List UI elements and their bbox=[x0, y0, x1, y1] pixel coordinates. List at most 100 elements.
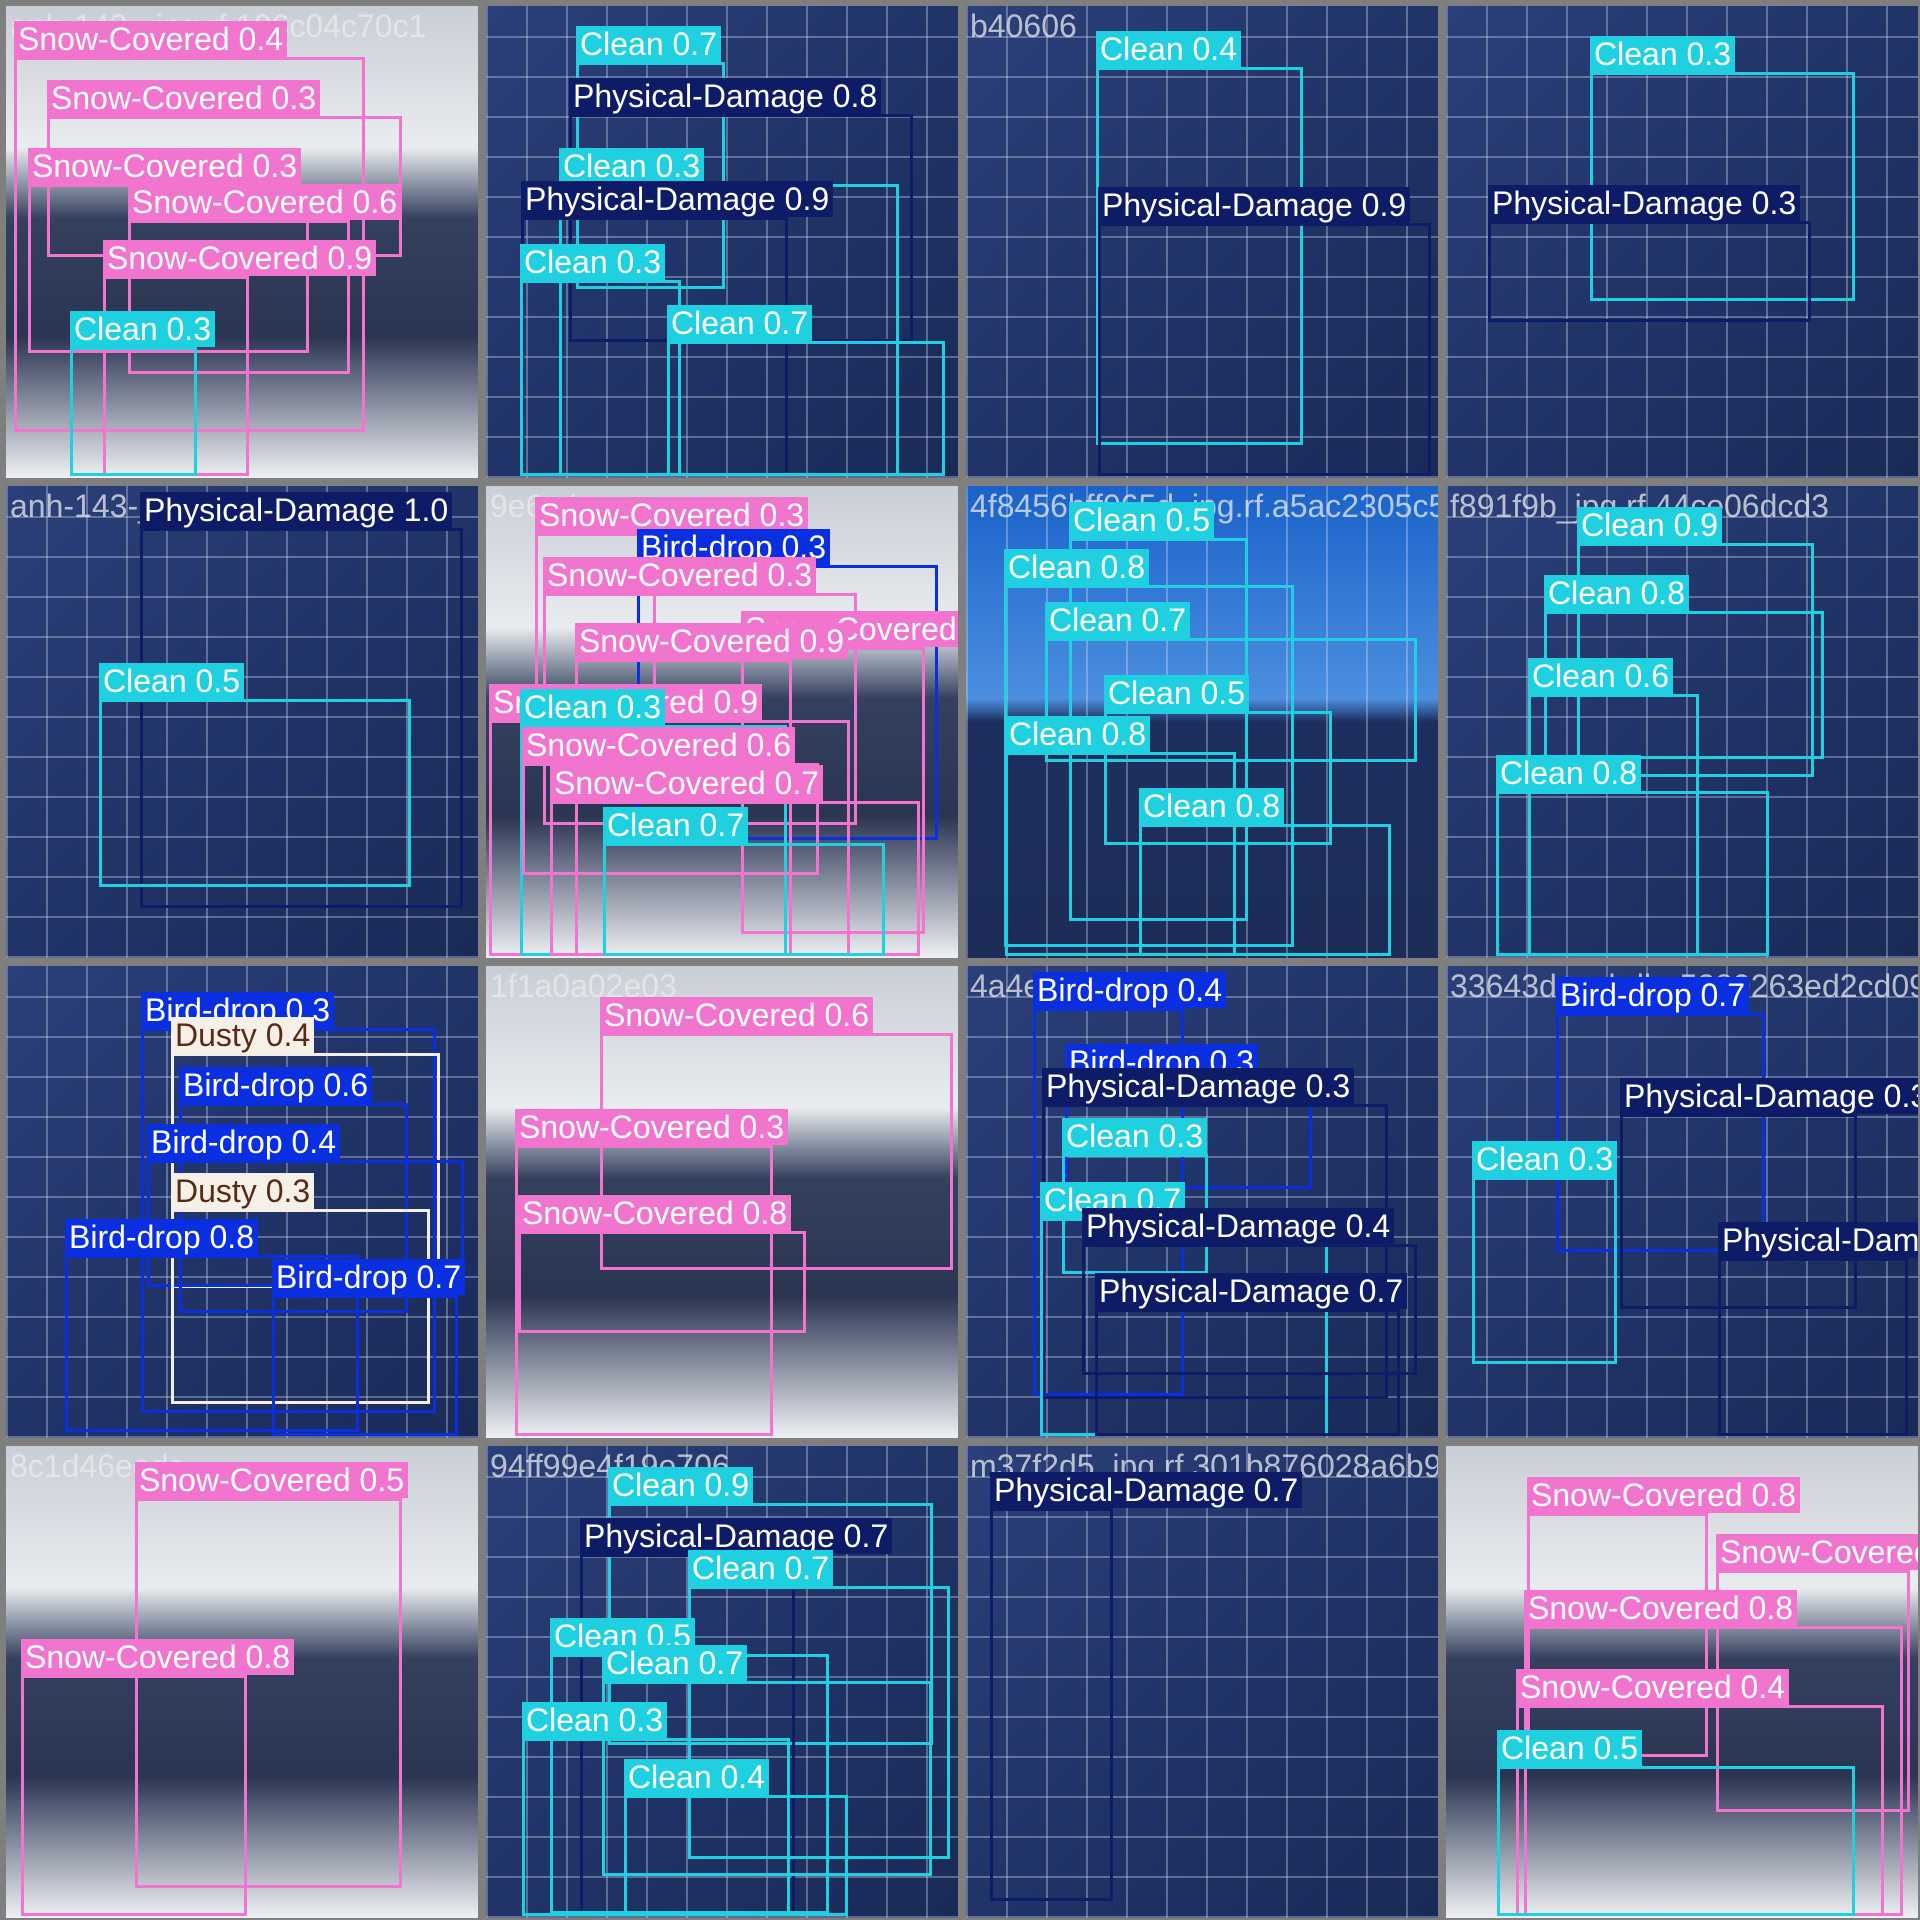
image-tile: Bird-drop 0.3 Dusty 0.4 Bird-drop 0.6 Bird-… bbox=[6, 966, 478, 1438]
detection-label: Clean 0.7 bbox=[1045, 602, 1190, 638]
bounding-box bbox=[1098, 223, 1431, 476]
detection-label: Physical-Damage 0.9 bbox=[1098, 187, 1411, 223]
detection-label: Snow-Covered 0.7 bbox=[550, 765, 824, 801]
detection-label: Physical-Damage 0.3 bbox=[1488, 185, 1801, 221]
detection-label: Bird-drop 0.4 bbox=[147, 1124, 340, 1160]
bounding-box bbox=[99, 699, 411, 887]
detection-label: Clean 0.9 bbox=[608, 1467, 753, 1503]
detection-label: Bird-drop 0.8 bbox=[65, 1219, 258, 1255]
detection-label: Clean 0.3 bbox=[559, 148, 704, 184]
detection-label: Snow-Covered 0.8 bbox=[1716, 1534, 1918, 1570]
bounding-box bbox=[1496, 791, 1769, 956]
detection-label: Clean 0.3 bbox=[70, 311, 215, 347]
detection-label: Physical-Damage 0.8 bbox=[569, 78, 882, 114]
image-tile: Clean 0.7 Physical-Damage 0.8 Clean 0.3 Phy… bbox=[486, 6, 958, 478]
bounding-box bbox=[21, 1675, 247, 1916]
bounding-box bbox=[1472, 1177, 1617, 1364]
detection-label: Clean 0.8 bbox=[1139, 788, 1284, 824]
bounding-box bbox=[70, 347, 197, 476]
detection-label: Dusty 0.3 bbox=[171, 1173, 315, 1209]
bounding-box bbox=[603, 843, 885, 956]
detection-label: Dusty 0.4 bbox=[171, 1017, 315, 1053]
image-tile: 33643dceabdba5389263ed2cd091Bird-drop 0.… bbox=[1446, 966, 1918, 1438]
detection-label: Clean 0.3 bbox=[1590, 36, 1735, 72]
detection-label: Snow-Covered 0.8 bbox=[1527, 1477, 1801, 1513]
detection-label: Snow-Covered 0.8 bbox=[21, 1639, 295, 1675]
detection-label: Clean 0.4 bbox=[1096, 31, 1241, 67]
detection-label: Snow-Covered 0.8 bbox=[518, 1195, 792, 1231]
detection-label: Bird-drop 0.7 bbox=[272, 1259, 465, 1295]
detection-label: Clean 0.7 bbox=[576, 26, 721, 62]
detection-label: Snow-Covered 0.8 bbox=[1524, 1590, 1798, 1626]
detection-label: Bird-drop 0.4 bbox=[1033, 972, 1226, 1008]
image-tile: Clean 0.3 Physical-Damage 0.3 bbox=[1446, 6, 1918, 478]
bounding-box bbox=[1718, 1258, 1908, 1436]
detection-label: Snow-Covered 0.3 bbox=[28, 148, 302, 184]
bounding-box bbox=[1488, 221, 1811, 322]
detection-label: Physical-Damage 0.3 bbox=[1620, 1078, 1918, 1114]
detection-label: Snow-Covered 0.9 bbox=[575, 623, 849, 659]
detection-label: Clean 0.8 bbox=[1544, 575, 1689, 611]
detection-label: Clean 0.3 bbox=[520, 244, 665, 280]
image-tile: 94ff99e4f19e706 Clean 0.9 Physical-Damage … bbox=[486, 1446, 958, 1918]
detection-label: Snow-Covered 0.4 bbox=[1516, 1669, 1790, 1705]
detection-label: Snow-Covered 0.5 bbox=[135, 1462, 409, 1498]
detection-label: Snow-Covered 0.3 bbox=[515, 1109, 789, 1145]
detection-label: Physical-Damage 0.9 bbox=[521, 181, 834, 217]
detection-label: Clean 0.3 bbox=[1062, 1118, 1207, 1154]
detection-label: Physical-Damage 1.0 bbox=[140, 492, 453, 528]
detection-label: Clean 0.5 bbox=[1104, 675, 1249, 711]
bounding-box bbox=[1095, 1309, 1400, 1436]
detection-label: Clean 0.3 bbox=[1472, 1141, 1617, 1177]
image-tile: 4f8456bff065d_jpg.rf.a5ac2305c5Clean 0.5… bbox=[966, 486, 1438, 958]
detection-label: Clean 0.9 bbox=[1577, 507, 1722, 543]
image-tile: 8c1d46eedc Snow-Covered 0.5 Snow-Covered 0… bbox=[6, 1446, 478, 1918]
detection-label: Physical-Damage 0.4 bbox=[1718, 1222, 1918, 1258]
detection-label: Snow-Covered 0.9 bbox=[103, 240, 377, 276]
detection-label: Physical-Damage 0.7 bbox=[990, 1472, 1303, 1508]
detection-label: Clean 0.7 bbox=[688, 1550, 833, 1586]
detection-label: Physical-Damage 0.7 bbox=[580, 1518, 893, 1554]
detection-label: Clean 0.5 bbox=[99, 663, 244, 699]
bounding-box bbox=[1497, 1766, 1855, 1916]
detection-label: Snow-Covered 0.6 bbox=[128, 184, 402, 220]
image-tile: anh-142-_jpg.rf.106c04c70c1Snow-Covered … bbox=[6, 6, 478, 478]
image-tile: b40606 Clean 0.4 Physical-Damage 0.9 bbox=[966, 6, 1438, 478]
bounding-box bbox=[520, 280, 681, 476]
detection-label: Clean 0.8 bbox=[1005, 716, 1150, 752]
detection-label: Clean 0.3 bbox=[522, 1702, 667, 1738]
detection-label: Physical-Damage 0.4 bbox=[1082, 1208, 1395, 1244]
image-tile: 4a4e957Bird-drop 0.4Bird-drop 0.3Physica… bbox=[966, 966, 1438, 1438]
detection-label: Snow-Covered 0.6 bbox=[522, 727, 796, 763]
detection-label: Bird-drop 0.7 bbox=[1556, 977, 1749, 1013]
detection-label: Clean 0.7 bbox=[667, 305, 812, 341]
bounding-box bbox=[1139, 824, 1391, 956]
image-tile: Snow-Covered 0.8 Snow-Covered 0.8 Snow-Cov… bbox=[1446, 1446, 1918, 1918]
bounding-box bbox=[624, 1795, 848, 1916]
image-tile: anh-143-_jpg.rf.4cd46f80203Physical-Dama… bbox=[6, 486, 478, 958]
detection-label: Snow-Covered 0.4 bbox=[14, 21, 288, 57]
bounding-box bbox=[990, 1508, 1113, 1901]
detection-label: Clean 0.5 bbox=[1497, 1730, 1642, 1766]
detection-label: Snow-Covered 0.6 bbox=[600, 997, 874, 1033]
bounding-box bbox=[667, 341, 945, 476]
detection-label: Clean 0.8 bbox=[1496, 755, 1641, 791]
detection-mosaic: anh-142-_jpg.rf.106c04c70c1Snow-Covered … bbox=[0, 0, 1920, 1920]
detection-label: Clean 0.7 bbox=[603, 807, 748, 843]
detection-label: Clean 0.8 bbox=[1004, 549, 1149, 585]
detection-label: Clean 0.5 bbox=[1069, 502, 1214, 538]
detection-label: Clean 0.6 bbox=[1528, 658, 1673, 694]
detection-label: Snow-Covered 0.3 bbox=[543, 557, 817, 593]
image-tile: 1f1a0a02e03 Snow-Covered 0.6 Snow-Covered … bbox=[486, 966, 958, 1438]
detection-label: Snow-Covered 0.3 bbox=[47, 80, 321, 116]
detection-label: Physical-Damage 0.3 bbox=[1042, 1068, 1355, 1104]
image-tile: m37f2d5_jpg.rf.301b876028a6b9b2 Physical-… bbox=[966, 1446, 1438, 1918]
bounding-box bbox=[272, 1295, 458, 1436]
image-tile: f891f9b_jpg.rf.44ce06dcd3 Clean 0.9 Clean … bbox=[1446, 486, 1918, 958]
bounding-box bbox=[518, 1231, 806, 1333]
detection-label: Clean 0.4 bbox=[624, 1759, 769, 1795]
detection-label: Snow-Covered 0.3 bbox=[535, 497, 809, 533]
detection-label: Bird-drop 0.6 bbox=[179, 1067, 372, 1103]
detection-label: Physical-Damage 0.7 bbox=[1095, 1273, 1408, 1309]
detection-label: Clean 0.3 bbox=[520, 689, 665, 725]
